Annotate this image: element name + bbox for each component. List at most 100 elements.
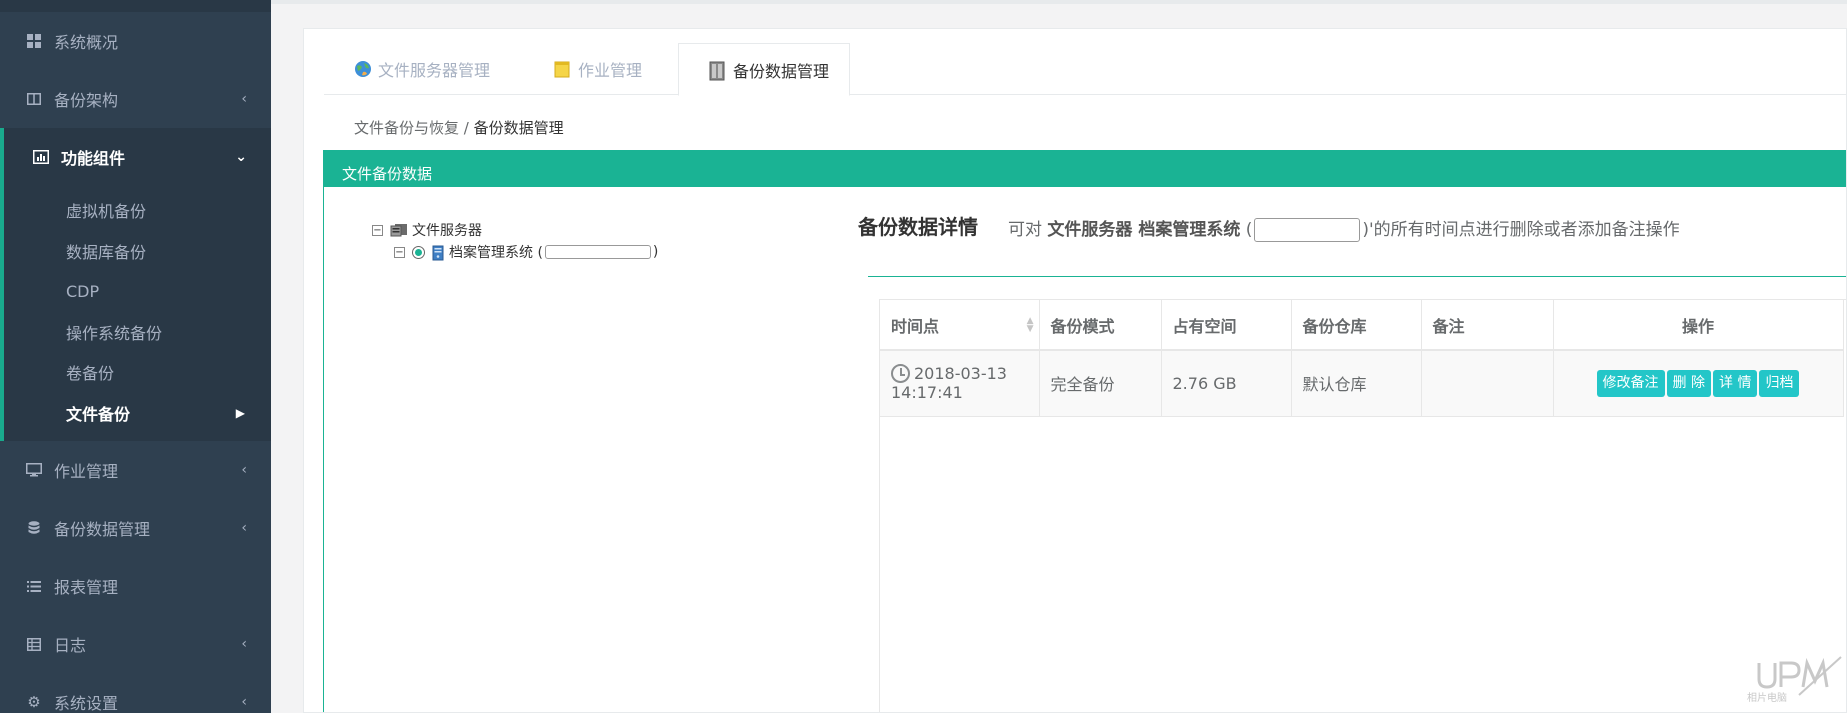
chevron-left-icon: ‹ xyxy=(241,636,247,652)
list-icon xyxy=(26,578,42,594)
columns-icon xyxy=(26,91,42,107)
server-group-icon xyxy=(390,223,408,237)
tab-label: 作业管理 xyxy=(578,61,643,80)
table-row: 2018-03-13 14:17:41 完全备份 2.76 GB 默认仓库 修改备… xyxy=(880,350,1844,417)
cell-repo: 默认仓库 xyxy=(1291,350,1422,417)
sidebar-item-reports[interactable]: 报表管理 xyxy=(0,557,271,615)
tab-bar: 文件服务器管理 作业管理 备份数据管理 xyxy=(324,43,1846,96)
tree-node-file-server[interactable]: − 文件服务器 xyxy=(372,219,658,241)
dashboard-icon xyxy=(26,33,42,49)
sidebar-item-label: 系统概况 xyxy=(54,33,119,52)
delete-button[interactable]: 删 除 xyxy=(1666,369,1711,397)
watermark-logo: 相片电脑 xyxy=(1741,655,1845,707)
detail-desc-target: 文件服务器 档案管理系统 xyxy=(1047,220,1241,240)
server-tree: − 文件服务器 − 档案管理系统 () xyxy=(372,219,658,263)
submenu-item-label: 虚拟机备份 xyxy=(66,202,147,222)
chevron-left-icon: ‹ xyxy=(241,520,247,536)
components-submenu: 虚拟机备份 数据库备份 CDP 操作系统备份 卷备份 文件备份 ▶ xyxy=(0,186,271,441)
submenu-item-label: 文件备份 xyxy=(66,404,131,424)
table-header-row: 时间点 ▲ ▼ 备份模式 占有空间 备份仓库 备注 操作 xyxy=(880,300,1844,351)
chevron-left-icon: ‹ xyxy=(241,91,247,107)
cell-actions: 修改备注删 除详 情归档 xyxy=(1553,350,1844,417)
chevron-left-icon: ‹ xyxy=(241,462,247,478)
radio-selected-icon[interactable] xyxy=(412,245,425,259)
sidebar-item-logs[interactable]: 日志 ‹ xyxy=(0,615,271,673)
tab-backup-data-management[interactable]: 备份数据管理 xyxy=(678,43,851,96)
breadcrumb-current: 备份数据管理 xyxy=(473,119,564,137)
sidebar-top-strip xyxy=(0,0,271,12)
submenu-item-os-backup[interactable]: 操作系统备份 xyxy=(4,312,271,353)
svg-text:相片电脑: 相片电脑 xyxy=(1747,691,1787,704)
tree-node-label-suffix: ) xyxy=(652,244,659,260)
top-divider xyxy=(271,0,1847,4)
tab-label: 备份数据管理 xyxy=(733,61,830,81)
cell-time-date: 2018-03-13 xyxy=(914,364,1007,384)
sidebar-item-label: 功能组件 xyxy=(61,149,126,168)
tab-label: 文件服务器管理 xyxy=(378,61,491,80)
globe-icon xyxy=(354,60,372,78)
detail-divider xyxy=(868,276,1846,277)
file-backup-data-box: 文件备份数据 − 文件服务器 − 档案管理系统 () 备份数据详情 可对 文件服… xyxy=(323,150,1846,712)
sort-icon[interactable]: ▲ ▼ xyxy=(1027,317,1034,334)
col-header-time[interactable]: 时间点 ▲ ▼ xyxy=(880,300,1040,351)
detail-desc-suffix: )'的所有时间点进行删除或者添加备注操作 xyxy=(1362,220,1680,240)
sidebar-item-label: 系统设置 xyxy=(54,694,119,713)
sidebar-item-components[interactable]: 功能组件 ⌄ xyxy=(0,128,271,186)
box-title: 文件备份数据 xyxy=(324,151,1846,187)
tab-job-management[interactable]: 作业管理 xyxy=(524,43,662,95)
submenu-item-file-backup[interactable]: 文件备份 ▶ xyxy=(4,393,271,434)
submenu-item-label: 卷备份 xyxy=(66,364,115,384)
cell-size: 2.76 GB xyxy=(1161,350,1292,417)
cell-time: 2018-03-13 14:17:41 xyxy=(880,350,1040,417)
tree-node-label: 档案管理系统 ( xyxy=(449,245,543,261)
breadcrumb: 文件备份与恢复 / 备份数据管理 xyxy=(354,117,564,138)
sidebar-item-backup-data[interactable]: 备份数据管理 ‹ xyxy=(0,499,271,557)
collapse-toggle-icon[interactable]: − xyxy=(394,246,405,258)
collapse-toggle-icon[interactable]: − xyxy=(372,224,383,236)
detail-description: 可对 文件服务器 档案管理系统 ( )'的所有时间点进行删除或者添加备注操作 xyxy=(1008,215,1680,242)
cell-note xyxy=(1421,350,1554,417)
details-button[interactable]: 详 情 xyxy=(1713,369,1758,397)
sidebar-item-jobs[interactable]: 作业管理 ‹ xyxy=(0,441,271,499)
sidebar-item-overview[interactable]: 系统概况 xyxy=(0,12,271,70)
edit-note-button[interactable]: 修改备注 xyxy=(1596,369,1665,397)
col-header-label: 时间点 xyxy=(891,316,940,336)
col-header-repo: 备份仓库 xyxy=(1291,300,1422,351)
archive-button[interactable]: 归档 xyxy=(1759,369,1800,397)
detail-desc-prefix: 可对 xyxy=(1008,220,1042,240)
breadcrumb-parent[interactable]: 文件备份与恢复 / xyxy=(354,119,469,137)
sidebar-item-label: 备份数据管理 xyxy=(54,520,151,539)
archive-icon xyxy=(709,61,727,80)
chevron-left-icon: ‹ xyxy=(241,694,247,710)
detail-title: 备份数据详情 xyxy=(858,215,978,239)
gear-icon: ⚙ xyxy=(27,693,41,711)
sidebar-item-label: 日志 xyxy=(54,636,87,655)
submenu-item-volume-backup[interactable]: 卷备份 xyxy=(4,352,271,393)
sidebar-item-settings[interactable]: ⚙ 系统设置 ‹ xyxy=(0,673,271,713)
submenu-item-cdp[interactable]: CDP xyxy=(4,271,271,312)
desktop-icon xyxy=(26,462,42,478)
detail-desc-open: ( xyxy=(1245,220,1253,240)
tab-file-server-management[interactable]: 文件服务器管理 xyxy=(324,43,510,95)
database-icon xyxy=(26,520,42,536)
col-header-actions: 操作 xyxy=(1553,300,1844,351)
submenu-item-label: 数据库备份 xyxy=(66,242,147,262)
sidebar-item-architecture[interactable]: 备份架构 ‹ xyxy=(0,70,271,128)
col-header-size: 占有空间 xyxy=(1161,300,1292,351)
submenu-item-db-backup[interactable]: 数据库备份 xyxy=(4,231,271,272)
col-header-note: 备注 xyxy=(1421,300,1554,351)
redacted-field xyxy=(1254,218,1361,242)
tree-node-label: 文件服务器 xyxy=(412,223,482,239)
chevron-down-icon: ⌄ xyxy=(235,149,247,165)
redacted-field xyxy=(544,245,651,259)
tree-node-archive-system[interactable]: − 档案管理系统 () xyxy=(372,241,658,263)
caret-right-icon: ▶ xyxy=(235,405,245,420)
content-panel: 文件服务器管理 作业管理 备份数据管理 文件备份与恢复 / 备份数据管理 文件备… xyxy=(303,28,1847,713)
sidebar: 系统概况 备份架构 ‹ 功能组件 ⌄ 虚拟机备份 数据库备份 CDP 操作系统备… xyxy=(0,0,271,713)
sidebar-item-label: 备份架构 xyxy=(54,91,119,110)
submenu-item-label: CDP xyxy=(66,281,100,301)
bar-chart-icon xyxy=(33,149,49,165)
cell-mode: 完全备份 xyxy=(1039,350,1162,417)
table-icon xyxy=(26,636,42,652)
submenu-item-vm-backup[interactable]: 虚拟机备份 xyxy=(4,190,271,231)
